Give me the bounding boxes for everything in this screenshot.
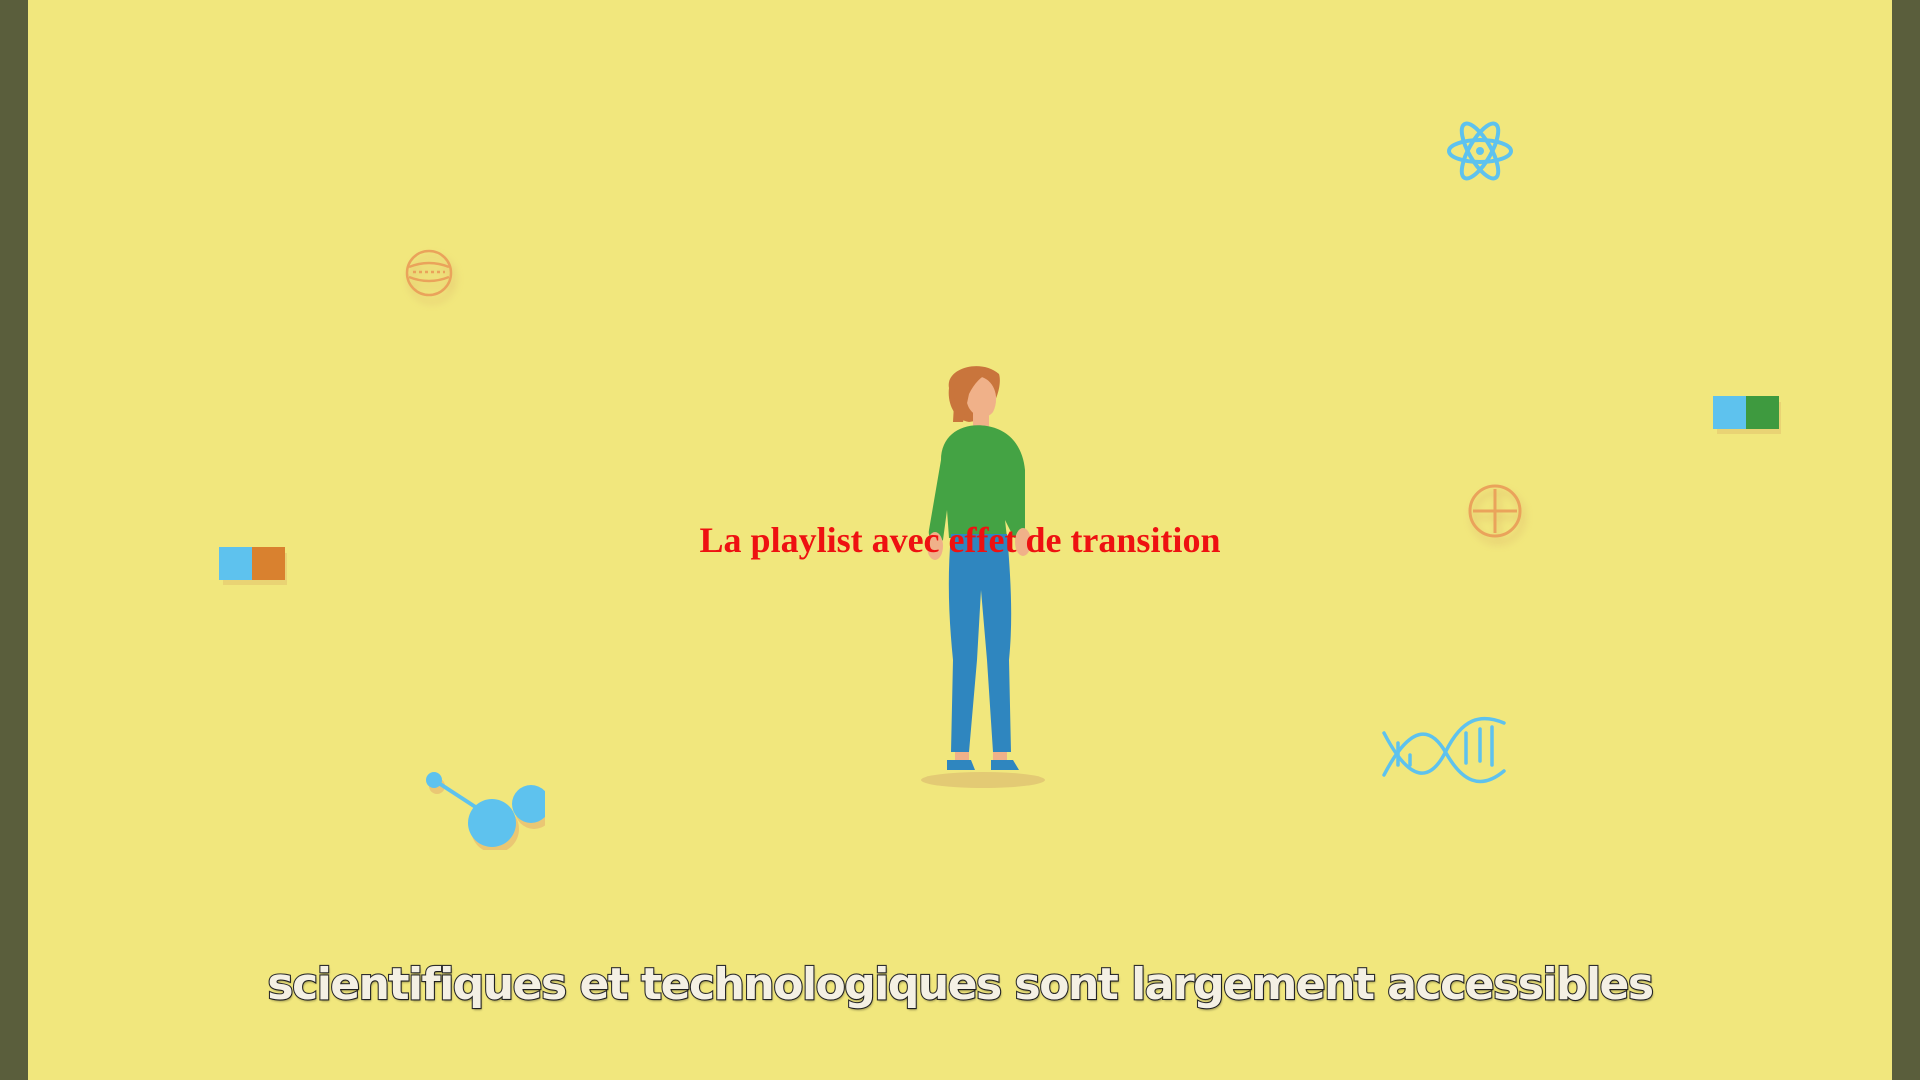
- video-subtitle: scientifiques et technologiques sont lar…: [266, 958, 1655, 1011]
- globe-icon: [405, 249, 453, 297]
- video-frame: La playlist avec effet de transition sci…: [0, 0, 1920, 1080]
- molecule-icon: [426, 772, 545, 850]
- blue-green-block-icon: [1713, 396, 1781, 434]
- overlay-title: La playlist avec effet de transition: [699, 520, 1221, 560]
- atom-icon: [1447, 121, 1513, 181]
- dna-icon: [1382, 716, 1506, 784]
- woman-illustration: [921, 366, 1045, 788]
